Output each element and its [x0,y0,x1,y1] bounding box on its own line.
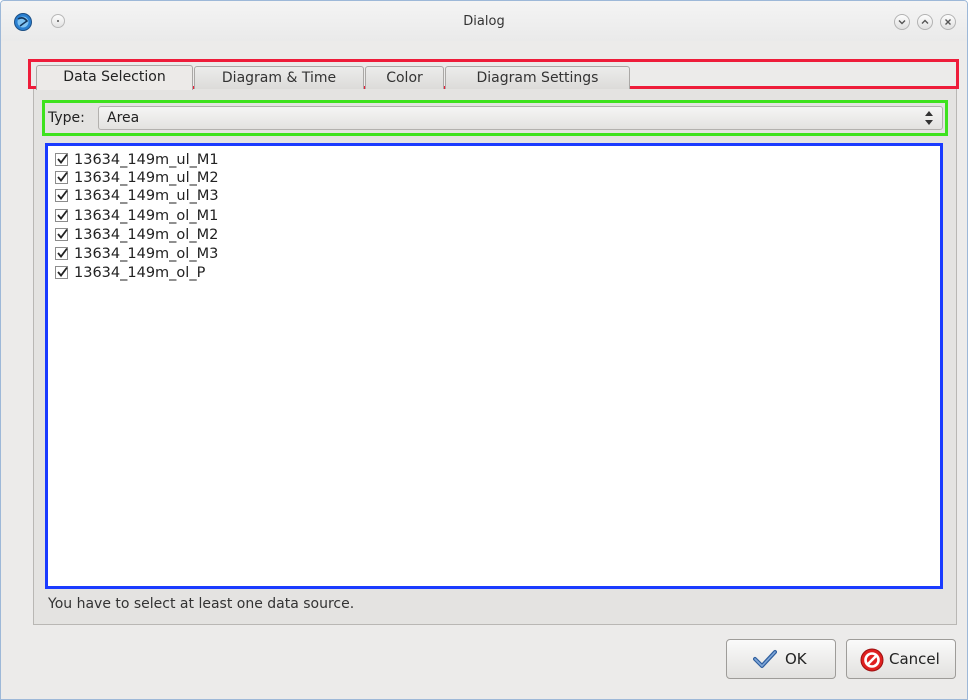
tab-bar: Data Selection Diagram & Time Color Diag… [28,59,959,90]
checkbox-checked[interactable] [55,228,68,241]
checkbox-checked[interactable] [55,209,68,222]
maximize-icon[interactable] [917,14,933,30]
checkbox-checked[interactable] [55,153,68,166]
tab-diagram-settings[interactable]: Diagram Settings [445,66,630,89]
list-item[interactable]: 13634_149m_ul_M1 [55,151,219,169]
ok-button-label: OK [785,650,807,668]
list-item[interactable]: 13634_149m_ol_M1 [55,207,218,225]
list-item[interactable]: 13634_149m_ol_M2 [55,226,218,244]
tab-data-selection[interactable]: Data Selection [36,65,193,90]
tab-color[interactable]: Color [365,66,444,89]
data-source-list[interactable]: 13634_149m_ul_M1 13634_149m_ul_M2 13634_… [45,143,943,589]
status-message: You have to select at least one data sou… [48,596,355,612]
list-item-label: 13634_149m_ul_M1 [74,152,219,168]
cancel-button-label: Cancel [889,650,940,668]
dialog-window: Dialog Data Selection Diagram & Time Col… [0,0,968,700]
window-title: Dialog [463,14,505,29]
list-item-label: 13634_149m_ul_M2 [74,170,219,186]
list-item[interactable]: 13634_149m_ul_M2 [55,169,219,187]
tab-diagram-time[interactable]: Diagram & Time [194,66,364,89]
cancel-button[interactable]: Cancel [846,639,956,679]
list-item[interactable]: 13634_149m_ul_M3 [55,187,219,205]
list-item-label: 13634_149m_ol_M1 [74,208,219,224]
ok-button[interactable]: OK [726,639,836,679]
list-item-label: 13634_149m_ol_M2 [74,227,219,243]
type-label: Type: [48,110,85,126]
updown-arrows-icon [924,108,934,130]
checkbox-checked[interactable] [55,247,68,260]
list-item-label: 13634_149m_ul_M3 [74,188,219,204]
type-row: Type: Area [42,100,948,136]
checkmark-icon [753,649,777,673]
checkbox-checked[interactable] [55,266,68,279]
checkbox-checked[interactable] [55,189,68,202]
list-item[interactable]: 13634_149m_ol_P [55,264,205,282]
type-select[interactable]: Area [98,106,943,130]
close-icon[interactable] [940,14,956,30]
list-item-label: 13634_149m_ol_P [74,265,206,281]
type-select-value: Area [107,110,140,126]
title-bar[interactable]: Dialog [1,1,967,41]
list-item[interactable]: 13634_149m_ol_M3 [55,245,218,263]
checkbox-checked[interactable] [55,171,68,184]
list-item-label: 13634_149m_ol_M3 [74,246,219,262]
minimize-icon[interactable] [894,14,910,30]
cancel-icon [860,648,884,676]
